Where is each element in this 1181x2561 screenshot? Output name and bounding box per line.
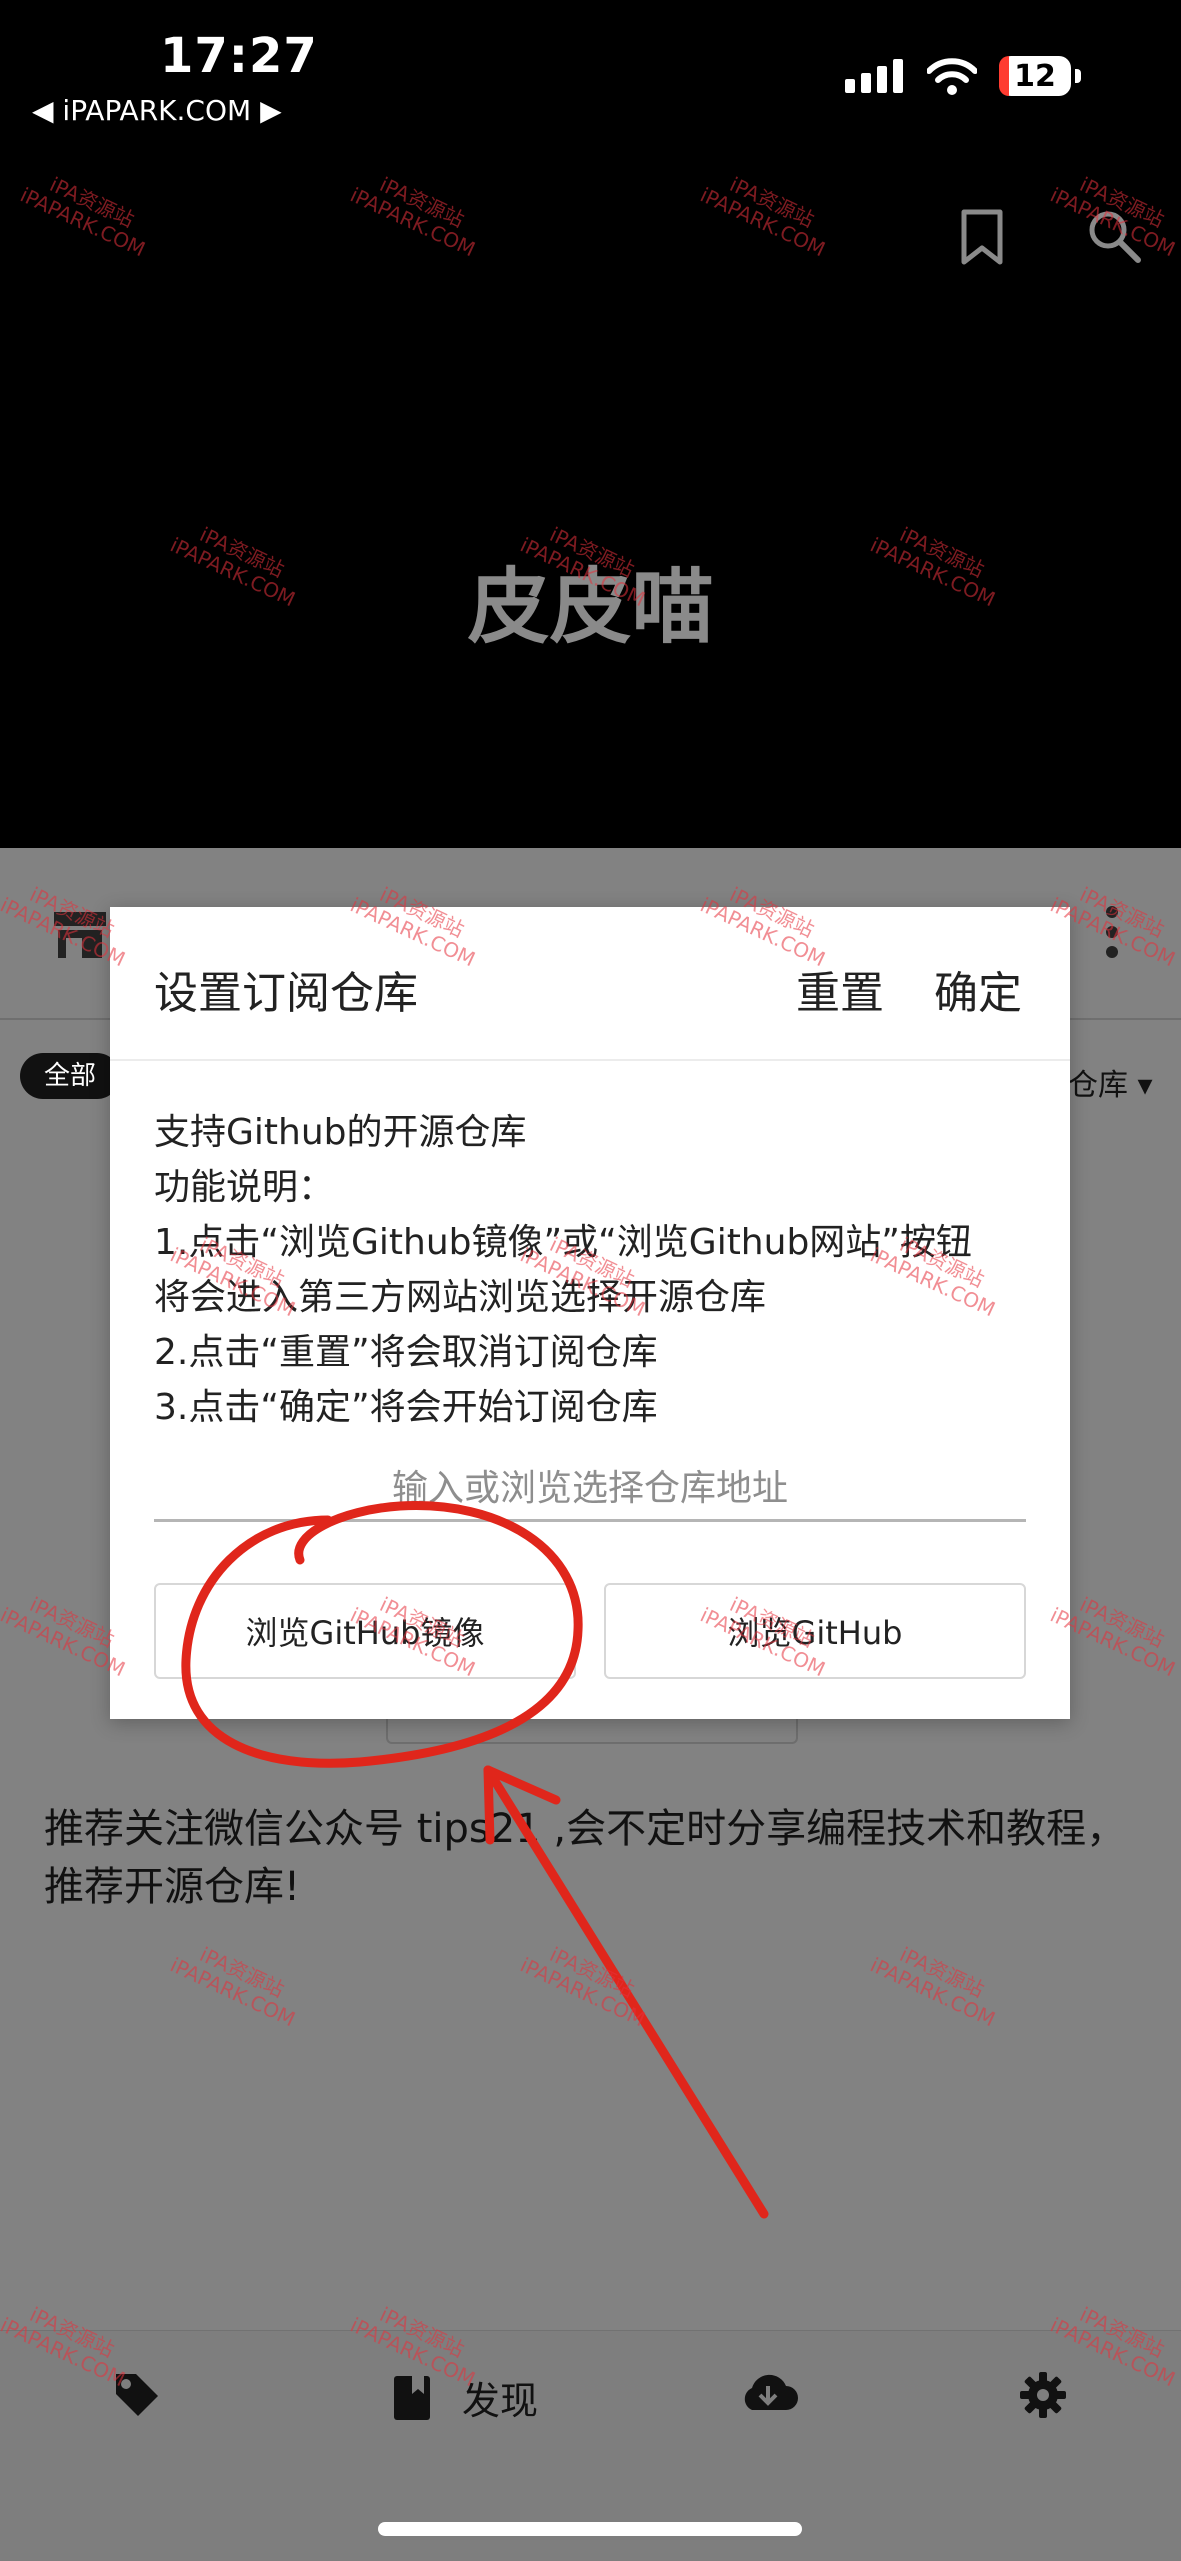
bookmark-icon[interactable] [960,208,1004,266]
home-indicator [378,2522,802,2536]
repo-address-input[interactable] [154,1457,1026,1522]
gear-icon [1020,2372,1066,2418]
watermark: iPA资源站 iPAPARK.COM [516,1942,649,2032]
status-time: 17:27 [160,28,318,84]
subscribe-repo-dialog: 设置订阅仓库 重置 确定 支持Github的开源仓库 功能说明： 1.点击“浏览… [110,907,1070,1719]
description-line: 2.点击“重置”将会取消订阅仓库 [154,1332,658,1373]
status-icons: 12 [845,56,1081,96]
watermark: iPA资源站 iPAPARK.COM [866,1942,999,2032]
back-to-app-link[interactable]: ◀ iPAPARK.COM ▶ [32,94,282,127]
book-icon [394,2375,430,2420]
repo-dropdown[interactable]: 仓库 ▾ [1068,1060,1153,1104]
battery-level: 12 [1014,58,1056,94]
filter-chip-all[interactable]: 全部 [20,1053,121,1099]
description-line: 功能说明： [154,1167,335,1208]
dialog-divider [110,1059,1070,1061]
nav-tab-settings[interactable] [1018,2370,1068,2420]
description-line: 支持Github的开源仓库 [154,1112,527,1153]
battery-indicator: 12 [999,56,1071,96]
cellular-signal-icon [845,59,903,93]
header-area [0,0,1181,848]
confirm-button[interactable]: 确定 [934,957,1022,1021]
description-line: 3.点击“确定”将会开始订阅仓库 [154,1387,658,1428]
dialog-title: 设置订阅仓库 [154,968,418,1019]
wifi-icon [927,58,977,95]
watermark: iPA资源站 iPAPARK.COM [166,1942,299,2032]
recommend-text: 推荐关注微信公众号 tips21 ,会不定时分享编程技术和教程，推荐开源仓库! [44,1806,1127,1910]
nav-tab-downloads[interactable] [738,2370,798,2414]
cloud-download-icon [744,2374,798,2410]
